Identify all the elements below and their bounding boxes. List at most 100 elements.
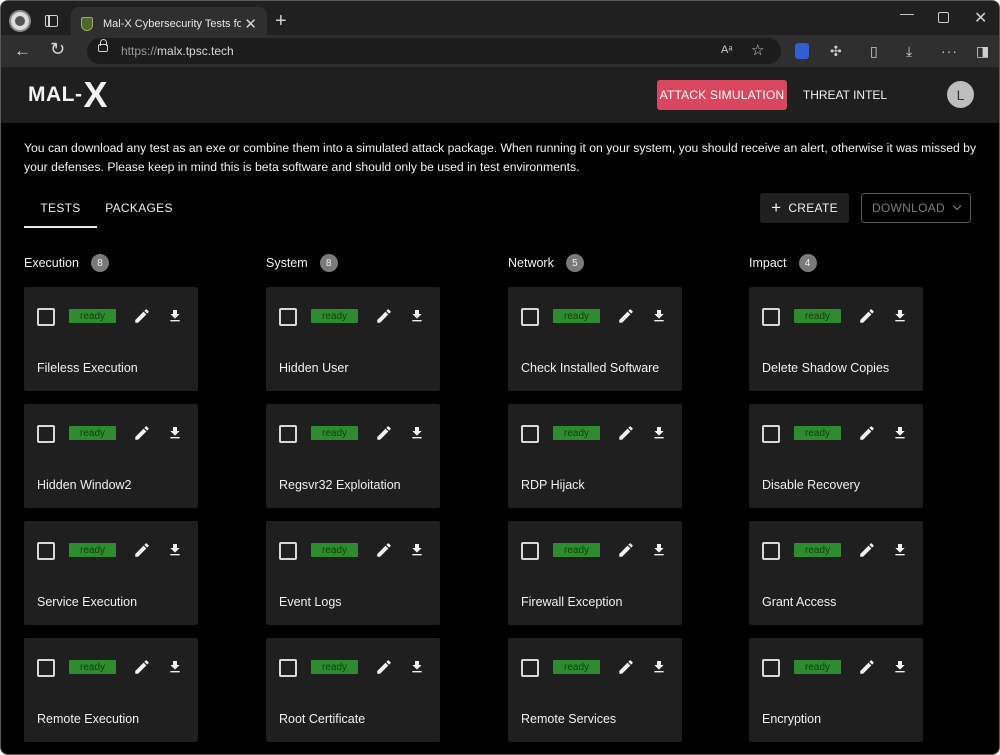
test-card[interactable]: ready Root Certificate <box>266 638 440 742</box>
edit-icon[interactable] <box>858 658 876 676</box>
test-card[interactable]: ready Event Logs <box>266 521 440 625</box>
download-icon[interactable] <box>409 541 425 559</box>
extensions-icon[interactable]: ✣ <box>830 43 842 60</box>
bitwarden-extension-icon[interactable] <box>795 43 809 59</box>
select-checkbox[interactable] <box>521 308 539 326</box>
url-text[interactable]: https://malx.tpsc.tech <box>121 44 234 58</box>
reload-icon[interactable]: ↻ <box>50 39 65 60</box>
profile-icon[interactable] <box>9 10 31 32</box>
select-checkbox[interactable] <box>762 542 780 560</box>
sidebar-icon[interactable]: ◨ <box>976 43 989 60</box>
download-icon[interactable] <box>167 541 183 559</box>
download-icon[interactable] <box>892 424 908 442</box>
column-impact: Impact 4 ready Delete Shadow Copies ready Dis… <box>749 253 924 754</box>
select-checkbox[interactable] <box>37 659 55 677</box>
threat-intel-button[interactable]: THREAT INTEL <box>796 80 894 110</box>
attack-simulation-button[interactable]: ATTACK SIMULATION <box>657 80 787 110</box>
test-card[interactable]: ready Disable Recovery <box>749 404 923 508</box>
tab-tests[interactable]: TESTS <box>24 200 97 228</box>
more-menu-icon[interactable]: ··· <box>941 43 958 59</box>
tab-actions-icon[interactable] <box>41 11 61 31</box>
edit-icon[interactable] <box>858 541 876 559</box>
maximize-icon[interactable] <box>938 12 949 23</box>
select-checkbox[interactable] <box>521 659 539 677</box>
edit-icon[interactable] <box>617 424 635 442</box>
select-checkbox[interactable] <box>279 308 297 326</box>
edit-icon[interactable] <box>375 307 393 325</box>
test-card[interactable]: ready Delete Shadow Copies <box>749 287 923 391</box>
select-checkbox[interactable] <box>521 425 539 443</box>
test-card[interactable]: ready Hidden User <box>266 287 440 391</box>
page: MAL- X ATTACK SIMULATION THREAT INTEL L … <box>1 67 999 754</box>
select-checkbox[interactable] <box>762 659 780 677</box>
count-badge: 8 <box>319 254 338 272</box>
edit-icon[interactable] <box>375 424 393 442</box>
test-card[interactable]: ready Hidden Window2 <box>24 404 198 508</box>
split-screen-icon[interactable]: ▯ <box>870 43 878 60</box>
edit-icon[interactable] <box>375 541 393 559</box>
test-card[interactable]: ready Remote Execution <box>24 638 198 742</box>
edit-icon[interactable] <box>617 658 635 676</box>
edit-icon[interactable] <box>858 307 876 325</box>
test-card[interactable]: ready Fileless Execution <box>24 287 198 391</box>
read-aloud-icon[interactable]: Aᵃ <box>721 44 732 56</box>
select-checkbox[interactable] <box>762 308 780 326</box>
download-icon[interactable] <box>651 541 667 559</box>
edit-icon[interactable] <box>375 658 393 676</box>
select-checkbox[interactable] <box>37 308 55 326</box>
column-header: Execution 8 <box>24 253 199 273</box>
close-tab-icon[interactable]: ✕ <box>244 15 257 33</box>
select-checkbox[interactable] <box>37 425 55 443</box>
status-badge: ready <box>69 543 116 557</box>
select-checkbox[interactable] <box>279 542 297 560</box>
test-card[interactable]: ready Regsvr32 Exploitation <box>266 404 440 508</box>
test-card[interactable]: ready Check Installed Software <box>508 287 682 391</box>
download-icon[interactable] <box>651 424 667 442</box>
download-icon[interactable] <box>892 541 908 559</box>
download-icon[interactable] <box>409 658 425 676</box>
test-card[interactable]: ready Service Execution <box>24 521 198 625</box>
edit-icon[interactable] <box>858 424 876 442</box>
download-icon[interactable] <box>167 307 183 325</box>
download-icon[interactable] <box>651 307 667 325</box>
test-card[interactable]: ready Firewall Exception <box>508 521 682 625</box>
select-checkbox[interactable] <box>521 542 539 560</box>
download-icon[interactable] <box>651 658 667 676</box>
edit-icon[interactable] <box>133 541 151 559</box>
select-checkbox[interactable] <box>279 425 297 443</box>
create-button[interactable]: + CREATE <box>760 193 849 223</box>
test-card[interactable]: ready Grant Access <box>749 521 923 625</box>
download-icon[interactable] <box>409 424 425 442</box>
malx-logo[interactable]: MAL- X <box>28 77 108 113</box>
lock-icon[interactable] <box>98 39 108 52</box>
edit-icon[interactable] <box>617 307 635 325</box>
download-icon[interactable] <box>892 307 908 325</box>
download-button[interactable]: DOWNLOAD <box>861 193 971 223</box>
download-icon[interactable] <box>892 658 908 676</box>
download-icon[interactable] <box>167 424 183 442</box>
status-badge: ready <box>311 426 358 440</box>
count-badge: 8 <box>90 254 109 272</box>
select-checkbox[interactable] <box>279 659 297 677</box>
edit-icon[interactable] <box>133 424 151 442</box>
select-checkbox[interactable] <box>762 425 780 443</box>
test-card[interactable]: ready Remote Services <box>508 638 682 742</box>
close-window-icon[interactable]: ✕ <box>974 8 987 28</box>
test-card[interactable]: ready RDP Hijack <box>508 404 682 508</box>
edit-icon[interactable] <box>133 307 151 325</box>
tab-packages[interactable]: PACKAGES <box>101 200 177 228</box>
back-icon[interactable]: ← <box>14 41 31 61</box>
minimize-icon[interactable]: — <box>900 5 914 21</box>
new-tab-icon[interactable]: + <box>275 10 287 33</box>
favorite-star-icon[interactable]: ☆ <box>751 41 764 59</box>
edit-icon[interactable] <box>617 541 635 559</box>
avatar[interactable]: L <box>947 81 974 108</box>
download-icon[interactable] <box>409 307 425 325</box>
test-name: Hidden User <box>279 361 349 375</box>
downloads-icon[interactable]: ⤓ <box>906 43 912 60</box>
edit-icon[interactable] <box>133 658 151 676</box>
download-icon[interactable] <box>167 658 183 676</box>
address-bar[interactable]: https://malx.tpsc.tech Aᵃ ☆ <box>87 38 781 64</box>
test-card[interactable]: ready Encryption <box>749 638 923 742</box>
select-checkbox[interactable] <box>37 542 55 560</box>
